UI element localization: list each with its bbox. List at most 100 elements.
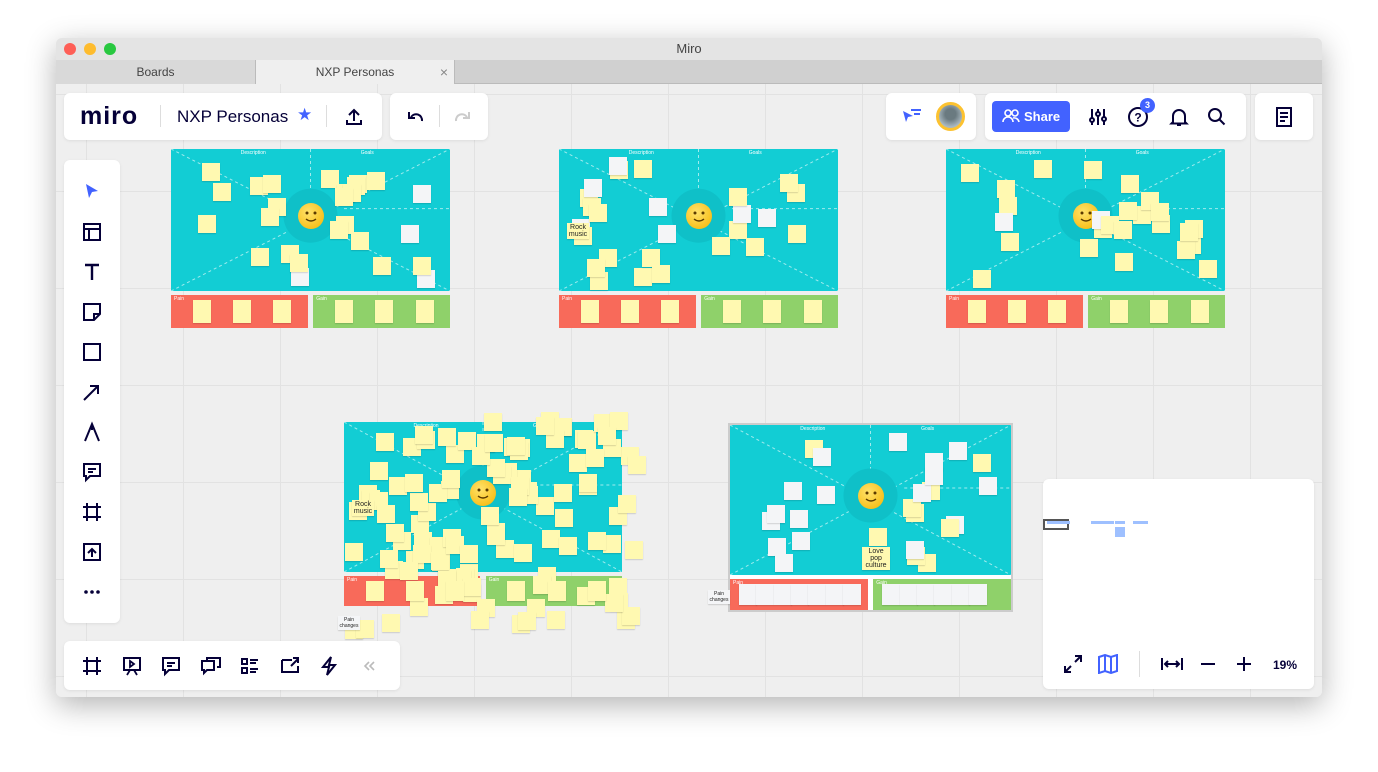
sticky-note[interactable] xyxy=(588,531,607,550)
sticky-note[interactable] xyxy=(1180,222,1199,241)
sticky-note[interactable] xyxy=(588,203,607,222)
shape-tool-icon[interactable] xyxy=(80,340,104,364)
sticky-note[interactable] xyxy=(460,544,479,563)
undo-icon[interactable] xyxy=(403,105,427,129)
pen-tool-icon[interactable] xyxy=(80,420,104,444)
sticky-note[interactable] xyxy=(386,523,405,542)
sticky-note[interactable] xyxy=(375,300,394,323)
sticky-note[interactable] xyxy=(198,214,217,233)
frames-icon[interactable] xyxy=(80,654,104,678)
sticky-note[interactable] xyxy=(1150,202,1169,221)
sticky-note[interactable] xyxy=(484,434,503,452)
sticky-note[interactable] xyxy=(913,484,931,503)
sticky-note[interactable] xyxy=(1000,233,1019,252)
comments-icon[interactable] xyxy=(159,654,183,678)
sticky-note[interactable] xyxy=(578,474,597,493)
cursor-follow-icon[interactable] xyxy=(900,105,924,129)
persona-board[interactable]: Description Goals Pain Gain xyxy=(946,149,1225,328)
sticky-note[interactable] xyxy=(578,430,597,449)
sticky-note[interactable] xyxy=(213,182,232,201)
sticky-note[interactable] xyxy=(905,541,924,560)
sticky-note[interactable] xyxy=(547,581,566,601)
sticky-note[interactable] xyxy=(1079,238,1098,257)
sticky-note[interactable] xyxy=(783,482,802,501)
sticky-note[interactable] xyxy=(787,225,806,244)
sticky-note[interactable] xyxy=(487,527,506,546)
sticky-note[interactable] xyxy=(379,549,398,568)
sticky-note[interactable] xyxy=(330,220,349,239)
highlight-sticky-note[interactable]: Rock music xyxy=(352,500,374,516)
sticky-note[interactable] xyxy=(723,300,742,323)
maximize-window-button[interactable] xyxy=(104,43,116,55)
sticky-note[interactable] xyxy=(1198,259,1217,278)
sticky-note[interactable] xyxy=(555,509,574,528)
sticky-note[interactable] xyxy=(559,536,578,555)
sticky-note[interactable] xyxy=(536,416,554,435)
sticky-note[interactable] xyxy=(471,611,490,630)
sticky-note[interactable] xyxy=(365,581,384,601)
sticky-note[interactable] xyxy=(711,236,730,255)
sticky-note[interactable] xyxy=(409,493,428,512)
sticky-note[interactable] xyxy=(506,437,525,456)
sticky-note[interactable] xyxy=(763,300,782,323)
sticky-note[interactable] xyxy=(1150,300,1169,323)
sticky-note[interactable] xyxy=(775,553,794,572)
sticky-note[interactable] xyxy=(273,300,292,323)
sticky-note[interactable] xyxy=(568,454,587,473)
frame-tool-icon[interactable] xyxy=(80,500,104,524)
sticky-note[interactable] xyxy=(951,584,970,605)
sticky-note[interactable] xyxy=(758,209,777,228)
sticky-note[interactable] xyxy=(767,504,786,523)
sticky-note[interactable] xyxy=(843,584,862,605)
pain-changes-note[interactable]: Pain changes xyxy=(708,590,730,604)
sticky-note[interactable] xyxy=(978,477,997,496)
sticky-note[interactable] xyxy=(995,213,1014,232)
sticky-note[interactable] xyxy=(812,448,831,467)
activity-icon[interactable] xyxy=(317,654,341,678)
sticky-note[interactable] xyxy=(413,184,432,203)
map-icon[interactable] xyxy=(1096,652,1120,676)
search-icon[interactable] xyxy=(1205,105,1229,129)
card-icon[interactable] xyxy=(238,654,262,678)
sticky-note[interactable] xyxy=(401,225,420,244)
sticky-note[interactable] xyxy=(366,172,385,191)
sticky-note[interactable] xyxy=(345,542,364,561)
arrow-tool-icon[interactable] xyxy=(80,380,104,404)
sticky-note[interactable] xyxy=(442,469,461,488)
sticky-note[interactable] xyxy=(633,159,652,178)
sticky-note[interactable] xyxy=(484,412,503,431)
sticky-note[interactable] xyxy=(604,594,623,613)
sticky-note[interactable] xyxy=(803,300,822,323)
more-tool-icon[interactable] xyxy=(80,580,104,604)
sticky-note[interactable] xyxy=(825,584,844,605)
comment-tool-icon[interactable] xyxy=(80,460,104,484)
sticky-note[interactable] xyxy=(773,584,792,605)
sticky-note[interactable] xyxy=(960,164,979,183)
sticky-note[interactable] xyxy=(972,453,991,472)
sticky-note[interactable] xyxy=(438,428,457,447)
sticky-note[interactable] xyxy=(888,433,907,452)
sticky-note[interactable] xyxy=(405,581,424,601)
sticky-note[interactable] xyxy=(399,561,418,580)
sticky-note[interactable] xyxy=(652,264,671,283)
sticky-note[interactable] xyxy=(585,448,604,467)
upload-tool-icon[interactable] xyxy=(80,540,104,564)
sticky-note[interactable] xyxy=(634,267,653,286)
sticky-note[interactable] xyxy=(948,441,967,460)
sticky-note[interactable] xyxy=(969,584,988,605)
sticky-note[interactable] xyxy=(1008,300,1027,323)
sticky-note[interactable] xyxy=(586,259,605,278)
sticky-note[interactable] xyxy=(192,300,211,323)
sticky-note[interactable] xyxy=(658,224,677,243)
sticky-note[interactable] xyxy=(792,532,811,551)
sticky-note[interactable] xyxy=(535,497,554,516)
zoom-out-icon[interactable] xyxy=(1196,652,1220,676)
sticky-note[interactable] xyxy=(1114,253,1133,272)
sticky-note[interactable] xyxy=(261,207,280,226)
sticky-note[interactable] xyxy=(940,518,959,537)
sticky-note[interactable] xyxy=(415,300,434,323)
sticky-note[interactable] xyxy=(370,462,389,481)
chat-icon[interactable] xyxy=(199,654,223,678)
sticky-note[interactable] xyxy=(728,188,747,207)
zoom-in-icon[interactable] xyxy=(1232,652,1256,676)
